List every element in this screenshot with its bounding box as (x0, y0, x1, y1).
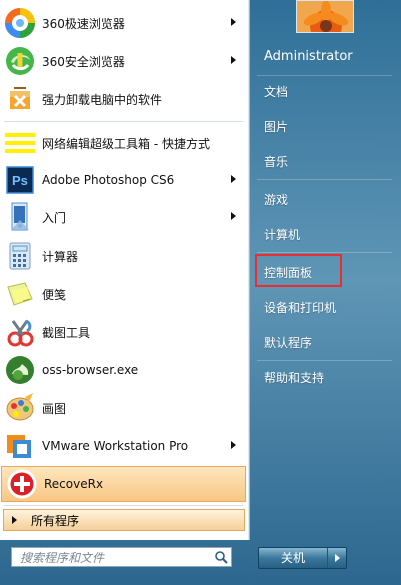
program-item-oss-browser[interactable]: oss-browser.exe (0, 352, 247, 388)
360-safe-browser-icon (3, 44, 37, 78)
right-divider (257, 252, 392, 253)
program-label: Adobe Photoshop CS6 (42, 173, 175, 187)
program-label: 截图工具 (42, 325, 91, 340)
getting-started-icon (3, 200, 37, 234)
chevron-right-icon (334, 554, 340, 562)
submenu-arrow-icon (231, 56, 236, 64)
shutdown-label: 关机 (280, 551, 305, 565)
program-item-getting-started[interactable]: 入门 (0, 199, 247, 235)
calculator-icon (3, 239, 37, 273)
program-item-sticky-notes[interactable]: 便笺 (0, 276, 247, 312)
vmware-icon (3, 429, 37, 463)
uninstall-box-icon (3, 82, 37, 116)
snipping-tool-icon (3, 315, 37, 349)
search-icon[interactable] (211, 548, 231, 566)
program-label: oss-browser.exe (42, 363, 139, 377)
right-item-default-programs[interactable]: 默认程序 (264, 334, 312, 351)
program-item-uninstaller[interactable]: 强力卸载电脑中的软件 (0, 81, 247, 117)
oss-browser-icon (3, 353, 37, 387)
program-label: 计算器 (42, 249, 79, 264)
program-label: 画图 (42, 401, 67, 416)
right-divider (257, 360, 392, 361)
program-label: 360极速浏览器 (42, 16, 125, 31)
program-item-paint[interactable]: 画图 (0, 390, 247, 426)
recoverx-icon (5, 467, 39, 501)
right-item-pictures[interactable]: 图片 (264, 118, 288, 135)
right-divider (257, 75, 392, 76)
right-item-devices-printers[interactable]: 设备和打印机 (264, 299, 336, 316)
user-avatar-flower-icon[interactable] (296, 0, 354, 33)
program-label: 360安全浏览器 (42, 54, 125, 69)
program-item-snipping-tool[interactable]: 截图工具 (0, 314, 247, 350)
shutdown-options-button[interactable] (327, 548, 346, 568)
all-programs-label: 所有程序 (31, 513, 80, 528)
right-item-computer[interactable]: 计算机 (264, 226, 300, 243)
program-divider (4, 121, 243, 122)
paint-icon (3, 391, 37, 425)
program-item-360-safe-browser[interactable]: 360安全浏览器 (0, 43, 247, 79)
toolbox-shortcut-icon (3, 126, 37, 160)
photoshop-icon: Ps (3, 163, 37, 197)
user-name[interactable]: Administrator (264, 49, 353, 64)
360-speed-browser-icon (3, 6, 37, 40)
sticky-notes-icon (3, 277, 37, 311)
program-label: VMware Workstation Pro (42, 439, 189, 453)
all-programs-button[interactable]: 所有程序 (3, 509, 245, 531)
program-list-pane: 360极速浏览器 360安全浏览器 强力卸载电脑中的软件 网络编辑超级工具箱 -… (0, 0, 250, 540)
right-item-documents[interactable]: 文档 (264, 83, 288, 100)
submenu-arrow-icon (231, 18, 236, 26)
search-placeholder: 搜索程序和文件 (20, 550, 105, 565)
program-item-vmware[interactable]: VMware Workstation Pro (0, 428, 247, 464)
program-item-toolbox-shortcut[interactable]: 网络编辑超级工具箱 - 快捷方式 (0, 125, 247, 161)
program-divider (4, 505, 243, 506)
right-item-help-support[interactable]: 帮助和支持 (264, 369, 324, 386)
start-menu: 360极速浏览器 360安全浏览器 强力卸载电脑中的软件 网络编辑超级工具箱 -… (0, 0, 401, 585)
submenu-arrow-icon (231, 441, 236, 449)
right-item-music[interactable]: 音乐 (264, 153, 288, 170)
program-item-360-speed-browser[interactable]: 360极速浏览器 (0, 5, 247, 41)
right-item-games[interactable]: 游戏 (264, 191, 288, 208)
triangle-right-icon (12, 516, 17, 524)
search-box[interactable]: 搜索程序和文件 (11, 547, 232, 567)
program-item-photoshop[interactable]: Ps Adobe Photoshop CS6 (0, 162, 247, 198)
program-label: 网络编辑超级工具箱 - 快捷方式 (42, 136, 210, 151)
program-label: RecoveRx (44, 477, 104, 491)
shutdown-button[interactable]: 关机 (258, 547, 347, 569)
program-label: 便笺 (42, 287, 67, 302)
program-label: 入门 (42, 210, 67, 225)
control-panel-highlight-box (255, 254, 342, 287)
program-item-recoverx[interactable]: RecoveRx (1, 466, 246, 502)
svg-text:Ps: Ps (12, 173, 28, 188)
submenu-arrow-icon (231, 212, 236, 220)
program-item-calculator[interactable]: 计算器 (0, 238, 247, 274)
submenu-arrow-icon (231, 175, 236, 183)
right-divider (257, 179, 392, 180)
program-label: 强力卸载电脑中的软件 (42, 92, 163, 107)
